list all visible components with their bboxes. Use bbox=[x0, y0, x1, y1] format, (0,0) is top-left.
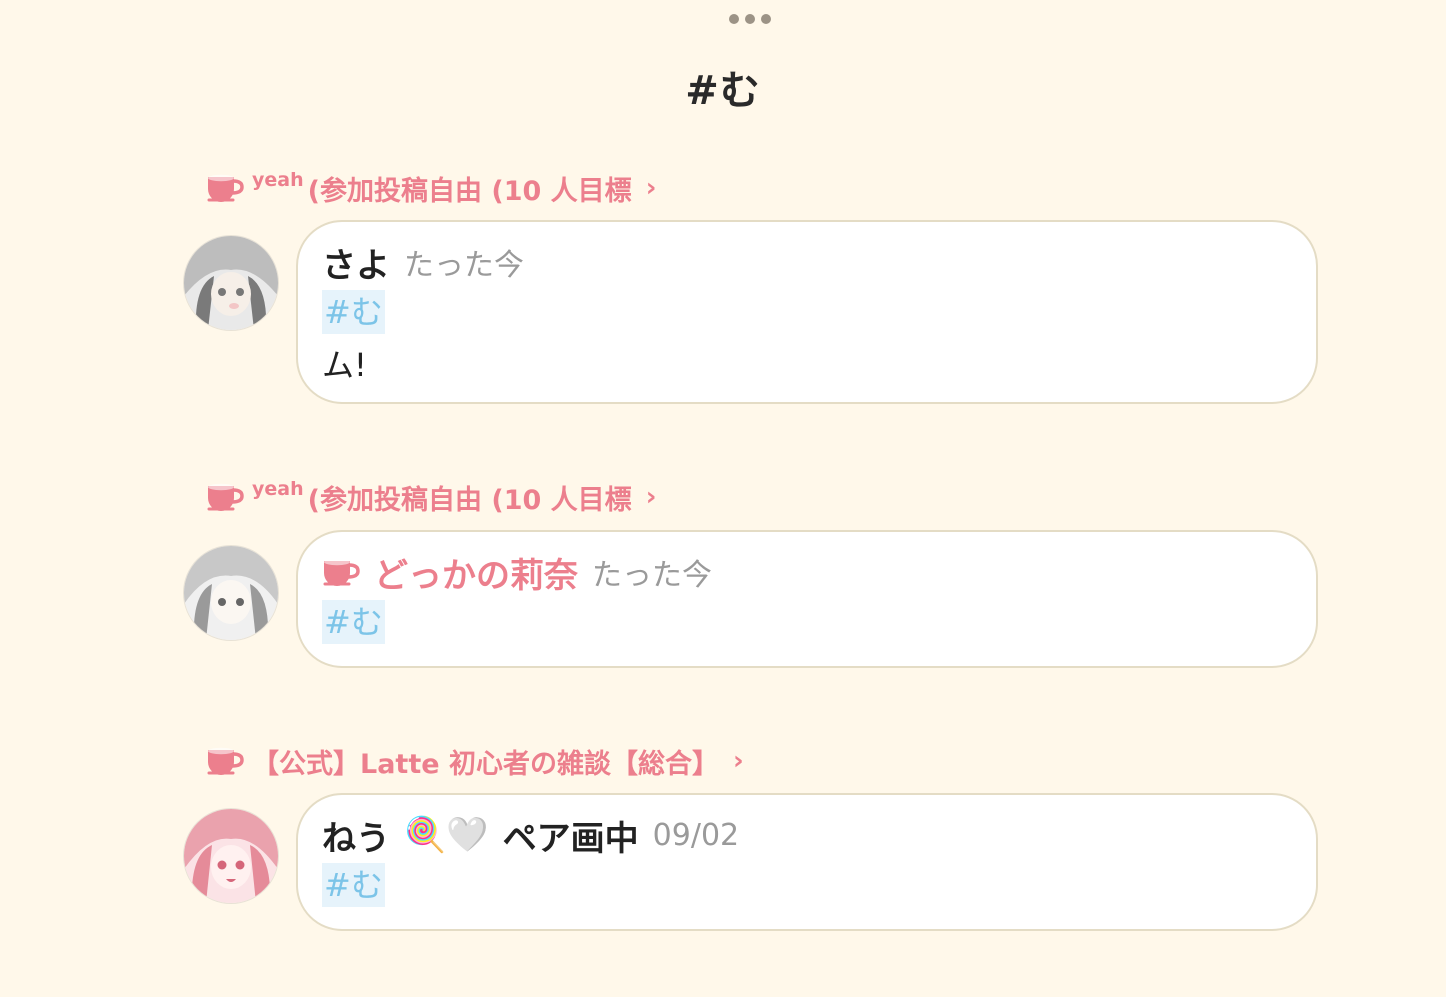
avatar[interactable] bbox=[184, 809, 278, 903]
post-time: たった今 bbox=[592, 558, 712, 593]
post-time: 09/02 bbox=[652, 817, 740, 853]
more-menu-button[interactable] bbox=[729, 14, 771, 24]
post-time: たった今 bbox=[404, 248, 524, 283]
more-dot bbox=[729, 14, 739, 24]
coffee-cup-icon bbox=[207, 174, 244, 202]
room-prefix: yeah bbox=[252, 169, 304, 191]
chevron-right-icon: › bbox=[645, 173, 657, 203]
author-suffix: ペア画中 bbox=[502, 818, 639, 859]
more-dot bbox=[761, 14, 771, 24]
author-emojis: 🍭🤍 bbox=[404, 815, 489, 855]
room-name: (参加投稿自由 (10 人目標 bbox=[307, 175, 632, 207]
avatar[interactable] bbox=[184, 236, 278, 330]
author-name[interactable]: さよ bbox=[322, 238, 390, 287]
room-prefix: yeah bbox=[252, 478, 304, 500]
room-name: 【公式】Latte 初心者の雑談【総合】 bbox=[252, 748, 719, 780]
coffee-cup-icon bbox=[207, 483, 244, 511]
room-link[interactable]: yeah (参加投稿自由 (10 人目標 › bbox=[206, 477, 656, 517]
hashtag-link[interactable]: #む bbox=[322, 863, 385, 907]
page-title: #む bbox=[685, 68, 761, 114]
room-name: (参加投稿自由 (10 人目標 bbox=[307, 484, 632, 516]
post-text: ム! bbox=[322, 346, 367, 384]
hashtag-link[interactable]: #む bbox=[322, 290, 385, 334]
room-link[interactable]: 【公式】Latte 初心者の雑談【総合】 › bbox=[206, 741, 744, 781]
room-link[interactable]: yeah (参加投稿自由 (10 人目標 › bbox=[206, 168, 656, 208]
post-card[interactable]: どっかの莉奈 たった今 #む bbox=[296, 530, 1318, 668]
coffee-cup-icon bbox=[207, 747, 244, 775]
hashtag-link[interactable]: #む bbox=[322, 600, 385, 644]
author-name[interactable]: ねう bbox=[322, 811, 390, 860]
post-card[interactable]: ねう 🍭🤍 ペア画中 09/02 #む bbox=[296, 793, 1318, 931]
author-name[interactable]: どっかの莉奈 bbox=[374, 548, 578, 597]
post-card[interactable]: さよ たった今 #む ム! bbox=[296, 220, 1318, 404]
more-dot bbox=[745, 14, 755, 24]
avatar[interactable] bbox=[184, 546, 278, 640]
chevron-right-icon: › bbox=[732, 746, 744, 776]
coffee-cup-icon bbox=[323, 558, 360, 586]
chevron-right-icon: › bbox=[645, 482, 657, 512]
